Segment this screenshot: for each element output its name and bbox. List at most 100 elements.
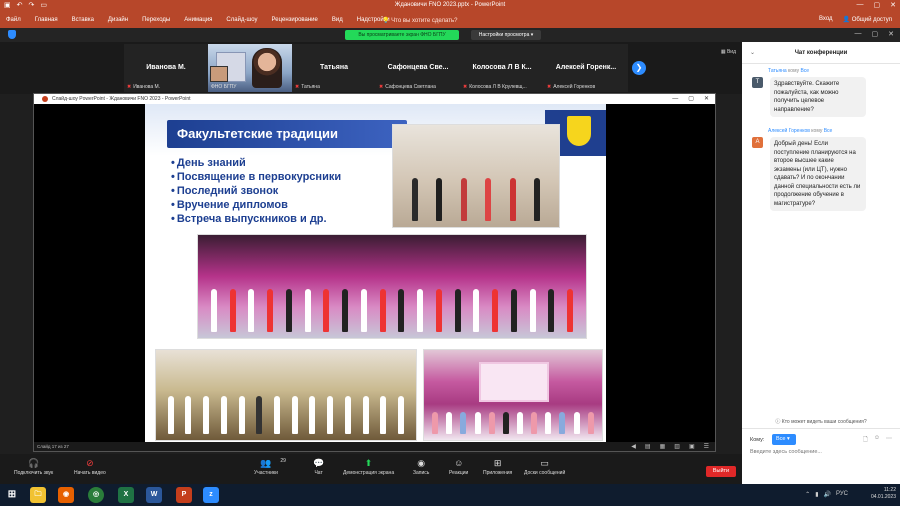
whiteboards-button[interactable]: ▭ Доски сообщений: [524, 457, 565, 476]
prev-slide-icon[interactable]: ◀: [631, 443, 636, 452]
close-icon[interactable]: ✕: [888, 30, 894, 38]
start-video-button[interactable]: ⊘ Начать видео: [74, 457, 106, 476]
unmute-button[interactable]: 🎧 Подключить звук: [14, 457, 53, 476]
to-label: Кому:: [750, 437, 765, 443]
mic-muted-icon: ✖: [295, 84, 300, 90]
participant-tile[interactable]: Иванова М. ✖ Иванова М.: [124, 44, 208, 92]
participant-name: Алексей Горенк...: [555, 64, 617, 71]
chevron-down-icon[interactable]: ⌄: [750, 42, 755, 64]
whiteboard-icon: ▭: [540, 458, 549, 468]
record-icon: ◉: [417, 458, 426, 468]
participant-name: Сафонцева Све...: [387, 64, 449, 71]
menu-icon[interactable]: ☰: [704, 443, 709, 452]
mic-muted-icon: ✖: [379, 84, 384, 90]
chat-button[interactable]: 💬 Чат: [313, 457, 324, 476]
document-title: Ждановичи FNO 2023.pptx - PowerPoint: [394, 2, 506, 8]
participant-name: Колосова Л В К...: [472, 64, 532, 71]
normal-view-icon[interactable]: ▤: [645, 443, 651, 452]
tab-animations[interactable]: Анимация: [184, 17, 212, 23]
view-options-button[interactable]: Настройки просмотра ▾: [471, 30, 541, 40]
presentation-slide: Факультетские традиции День знаний Посвя…: [145, 104, 606, 444]
close-icon[interactable]: ✕: [890, 1, 896, 9]
reading-view-icon[interactable]: ▥: [674, 443, 680, 452]
who-can-see-link[interactable]: ⓘ Кто может видеть ваши сообщения?: [742, 418, 900, 425]
powerpoint-icon: [42, 95, 48, 102]
lang-indicator[interactable]: РУС: [836, 491, 848, 498]
gallery-view-button[interactable]: ▦ Вид: [721, 49, 736, 55]
participant-tile[interactable]: Алексей Горенк... ✖ Алексей Горенков: [544, 44, 628, 92]
apps-icon: ⊞: [493, 458, 502, 468]
lightbulb-icon: 💡: [382, 18, 392, 24]
file-explorer-icon[interactable]: 🗀: [30, 487, 46, 503]
share-screen-icon: ⬆: [364, 458, 373, 468]
minimize-icon[interactable]: —: [857, 1, 864, 9]
sorter-view-icon[interactable]: ▦: [660, 443, 666, 452]
chat-compose: Кому: Все ▾ 🗋 ☺ ⋯: [742, 428, 900, 484]
bullet-item: Встреча выпускников и др.: [171, 212, 341, 226]
graduates-photo: [155, 349, 417, 441]
meeting-toolbar: 🎧 Подключить звук ⊘ Начать видео 👥 29 Участн…: [0, 454, 742, 484]
maximize-icon[interactable]: ▢: [872, 30, 879, 38]
maximize-icon: ▢: [688, 96, 694, 102]
minimize-icon: —: [672, 96, 679, 102]
ceremony-photo: [392, 124, 560, 228]
slideshow-status-bar: Слайд 17 из 27 ◀ ▤ ▦ ▥ ▣ ☰: [34, 442, 715, 451]
chrome-icon[interactable]: ◎: [88, 487, 104, 503]
participant-tile[interactable]: Сафонцева Све... ✖ Сафонцева Светлана: [376, 44, 460, 92]
chevron-up-icon[interactable]: ⌃: [805, 491, 810, 498]
shield-icon[interactable]: [8, 30, 16, 39]
participant-tile-video[interactable]: ФНО БГПУ: [208, 44, 292, 92]
share-screen-button[interactable]: ⬆ Демонстрация экрана: [343, 457, 394, 476]
sign-in-link[interactable]: Вход: [819, 16, 833, 23]
file-icon[interactable]: 🗋: [863, 435, 868, 445]
clock[interactable]: 11:22 04.01.2023: [871, 487, 896, 501]
apps-button[interactable]: ⊞ Приложения: [483, 457, 512, 476]
tab-review[interactable]: Рецензирование: [272, 17, 318, 23]
clock-date: 04.01.2023: [870, 494, 896, 500]
network-icon[interactable]: ▮: [815, 491, 818, 498]
windows-start-icon[interactable]: ⊞: [4, 487, 20, 503]
concert-hall-photo: [423, 349, 603, 441]
record-button[interactable]: ◉ Запись: [413, 457, 429, 476]
zoom-icon[interactable]: z: [203, 487, 219, 503]
excel-icon[interactable]: X: [118, 487, 134, 503]
chat-message-input[interactable]: [750, 449, 890, 455]
inset-video: [210, 66, 228, 82]
minimize-icon[interactable]: —: [855, 30, 862, 38]
emoji-icon[interactable]: ☺: [874, 435, 880, 445]
leave-button[interactable]: Выйти: [706, 466, 736, 477]
slideshow-view-icon[interactable]: ▣: [689, 443, 695, 452]
more-icon[interactable]: ⋯: [886, 435, 892, 445]
ppt-window-controls: — ▢ ✕: [857, 1, 897, 9]
close-icon: ✕: [703, 96, 709, 102]
zoom-window-controls: — ▢ ✕: [855, 30, 895, 38]
participants-button[interactable]: 👥 29 Участники: [254, 457, 286, 476]
tab-transitions[interactable]: Переходы: [142, 17, 170, 23]
zoom-top-bar: Вы просматриваете экран ФНО БГПУ Настрой…: [0, 28, 900, 42]
tab-slideshow[interactable]: Слайд-шоу: [226, 17, 257, 23]
headphones-icon: 🎧: [27, 458, 40, 468]
tab-design[interactable]: Дизайн: [108, 17, 128, 23]
tab-insert[interactable]: Вставка: [72, 17, 94, 23]
reactions-button[interactable]: ☺ Реакции: [449, 457, 468, 476]
powerpoint-icon[interactable]: P: [176, 487, 192, 503]
avatar: Т: [752, 77, 763, 88]
volume-icon[interactable]: 🔊: [824, 491, 831, 498]
share-button[interactable]: 👤 Общий доступ: [843, 16, 892, 23]
maximize-icon[interactable]: ▢: [874, 1, 881, 9]
word-icon[interactable]: W: [146, 487, 162, 503]
ribbon-tabs: Файл Главная Вставка Дизайн Переходы Ани…: [6, 17, 390, 23]
firefox-icon[interactable]: ◉: [58, 487, 74, 503]
tab-view[interactable]: Вид: [332, 17, 343, 23]
video-off-icon: ⊘: [86, 458, 94, 468]
participant-tile[interactable]: Татьяна ✖ Татьяна: [292, 44, 376, 92]
tab-home[interactable]: Главная: [35, 17, 58, 23]
participant-name: Иванова М.: [146, 64, 186, 71]
tab-file[interactable]: Файл: [6, 17, 21, 23]
message-text: Здравствуйте. Скажите пожалуйста, как мо…: [770, 77, 866, 117]
gallery-next-arrow-icon[interactable]: ❯: [632, 61, 646, 75]
participant-tile[interactable]: Колосова Л В К... ✖ Колосова Л В Крулевщ.…: [460, 44, 544, 92]
message-recipient: Все: [823, 128, 833, 134]
recipient-dropdown[interactable]: Все ▾: [772, 434, 796, 445]
tell-me-search[interactable]: 💡 Что вы хотите сделать?: [382, 17, 457, 24]
